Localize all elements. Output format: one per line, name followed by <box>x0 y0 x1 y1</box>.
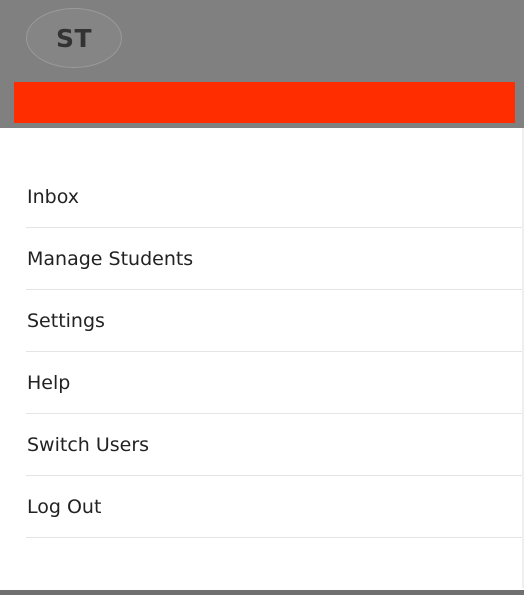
menu-item-help[interactable]: Help <box>0 352 524 414</box>
menu-item-inbox[interactable]: Inbox <box>0 166 524 228</box>
menu-item-manage-students[interactable]: Manage Students <box>0 228 524 290</box>
menu-item-label: Inbox <box>27 186 79 208</box>
menu-item-switch-users[interactable]: Switch Users <box>0 414 524 476</box>
menu-item-label: Manage Students <box>27 248 194 270</box>
navigation-drawer: Inbox Manage Students Settings Help Swit… <box>0 128 524 590</box>
menu-item-label: Help <box>27 372 71 394</box>
drawer-header: ST <box>0 0 524 128</box>
menu-item-log-out[interactable]: Log Out <box>0 476 524 538</box>
avatar[interactable]: ST <box>26 8 122 68</box>
navigation-menu: Inbox Manage Students Settings Help Swit… <box>0 166 524 538</box>
menu-item-label: Log Out <box>27 496 102 518</box>
menu-item-label: Settings <box>27 310 105 332</box>
redacted-account-name <box>14 82 515 123</box>
avatar-initials: ST <box>55 23 93 53</box>
menu-item-settings[interactable]: Settings <box>0 290 524 352</box>
menu-item-label: Switch Users <box>27 434 150 456</box>
bottom-edge <box>0 590 524 595</box>
